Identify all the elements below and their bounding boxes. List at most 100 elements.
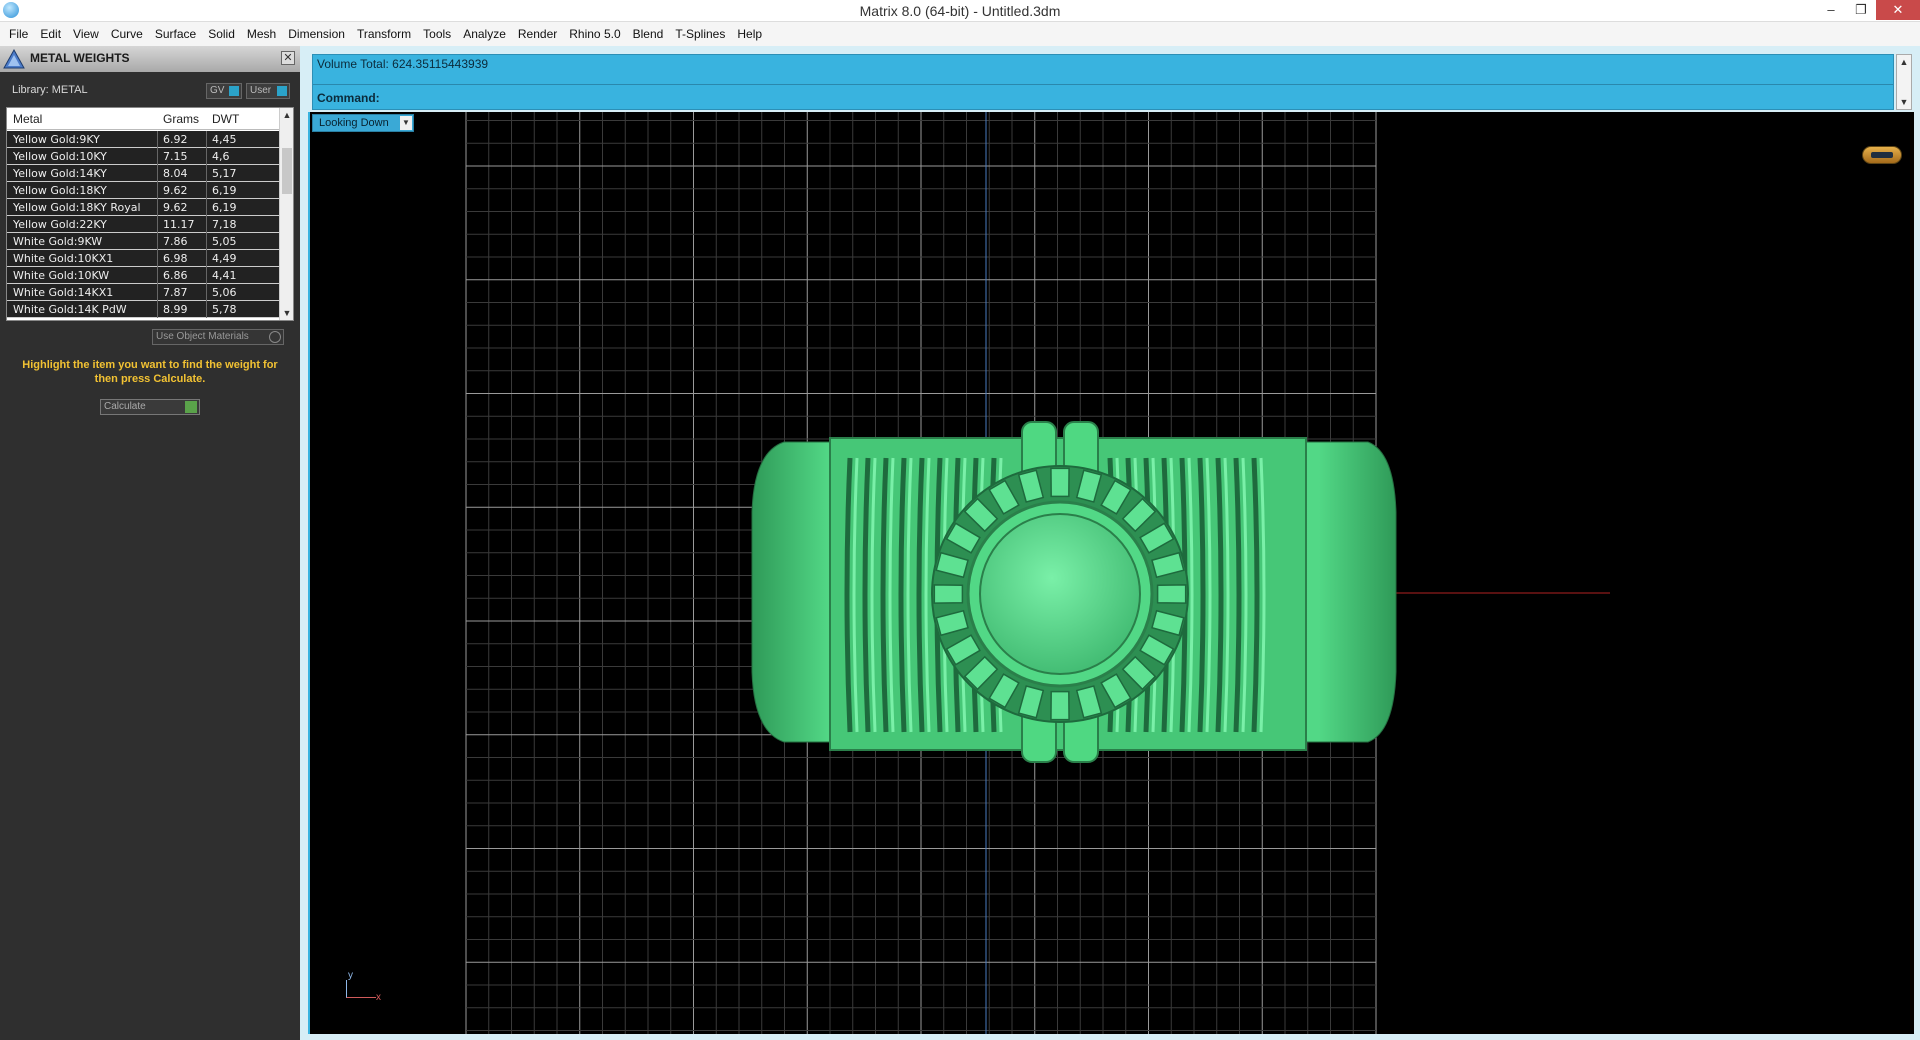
menu-dimension[interactable]: Dimension [282,22,351,46]
use-object-materials-label: Use Object Materials [156,331,249,342]
metal-table-header: Metal Grams DWT [7,108,279,130]
table-row[interactable]: Yellow Gold:18KY 9.62 6,19 [7,182,279,199]
cell-grams: 11.17 [163,218,195,231]
table-scrollbar[interactable]: ▲ ▼ [279,108,293,320]
minimize-button[interactable]: – [1816,0,1846,20]
cell-grams: 7.87 [163,286,188,299]
cell-dwt: 4,49 [212,252,237,265]
gear-icon [269,331,281,343]
command-scrollbar[interactable]: ▲ ▼ [1896,54,1912,110]
cell-metal: White Gold:10KX1 [13,252,114,265]
table-row[interactable]: Yellow Gold:14KY 8.04 5,17 [7,165,279,182]
chevron-down-icon[interactable]: ▼ [400,116,412,130]
cell-dwt: 4,45 [212,133,237,146]
table-row[interactable]: Yellow Gold:22KY 11.17 7,18 [7,216,279,233]
matrix-app-window: Matrix 8.0 (64-bit) - Untitled.3dm – ❐ ✕… [0,0,1920,1040]
table-row[interactable]: White Gold:14KX1 7.87 5,06 [7,284,279,301]
center-disc [979,513,1141,675]
menu-rhino[interactable]: Rhino 5.0 [563,22,626,46]
cell-dwt: 7,18 [212,218,237,231]
user-toggle-indicator [277,86,287,96]
menu-surface[interactable]: Surface [149,22,202,46]
cell-grams: 6.92 [163,133,188,146]
menu-analyze[interactable]: Analyze [457,22,512,46]
scroll-down-arrow-icon[interactable]: ▼ [280,306,293,320]
header-grams[interactable]: Grams [163,112,199,126]
sunburst-tooth [933,584,964,604]
user-toggle-label: User [250,85,272,96]
table-row[interactable]: Yellow Gold:10KY 7.15 4,6 [7,148,279,165]
table-row[interactable]: White Gold:10KW 6.86 4,41 [7,267,279,284]
menu-bar: File Edit View Curve Surface Solid Mesh … [0,22,1920,46]
window-title: Matrix 8.0 (64-bit) - Untitled.3dm [859,3,1061,19]
command-input[interactable]: Command: [313,84,1893,110]
table-row[interactable]: Yellow Gold:9KY 6.92 4,45 [7,131,279,148]
header-dwt[interactable]: DWT [212,112,239,126]
command-scroll-up-icon[interactable]: ▲ [1897,55,1911,69]
cell-metal: Yellow Gold:9KY [13,133,100,146]
sunburst-tooth [1050,467,1070,498]
cell-metal: Yellow Gold:18KY [13,184,107,197]
view-selector[interactable]: Looking Down ▼ [312,114,414,132]
menu-tsplines[interactable]: T-Splines [669,22,731,46]
cell-metal: White Gold:14KX1 [13,286,114,299]
library-label: Library: METAL [12,84,88,96]
cell-grams: 7.15 [163,150,188,163]
table-row[interactable]: White Gold:10KX1 6.98 4,49 [7,250,279,267]
command-area: Volume Total: 624.35115443939 Command: [312,54,1894,110]
cell-dwt: 4,6 [212,150,230,163]
cell-grams: 6.98 [163,252,188,265]
gv-toggle[interactable]: GV [206,83,242,99]
command-scroll-down-icon[interactable]: ▼ [1897,95,1911,109]
scroll-up-arrow-icon[interactable]: ▲ [280,108,293,122]
cell-metal: Yellow Gold:22KY [13,218,107,231]
panel-title: METAL WEIGHTS [30,51,130,65]
calculate-button[interactable]: Calculate [100,399,200,415]
menu-blend[interactable]: Blend [627,22,670,46]
menu-render[interactable]: Render [512,22,563,46]
user-toggle[interactable]: User [246,83,290,99]
metal-table: Metal Grams DWT Yellow Gold:9KY 6.92 4,45 … [6,107,294,321]
menu-edit[interactable]: Edit [34,22,67,46]
menu-view[interactable]: View [67,22,105,46]
close-button[interactable]: ✕ [1876,0,1920,20]
menu-solid[interactable]: Solid [202,22,241,46]
menu-help[interactable]: Help [731,22,768,46]
metal-weights-panel: METAL WEIGHTS ✕ Library: METAL GV User M… [0,46,300,1040]
panel-close-button[interactable]: ✕ [281,51,295,65]
cell-metal: Yellow Gold:14KY [13,167,107,180]
viewport-canvas[interactable] [310,112,1914,1034]
title-bar: Matrix 8.0 (64-bit) - Untitled.3dm – ❐ ✕ [0,0,1920,22]
cell-dwt: 4,41 [212,269,237,282]
cell-dwt: 6,19 [212,201,237,214]
calculate-label: Calculate [104,401,146,412]
menu-tools[interactable]: Tools [417,22,457,46]
restore-button[interactable]: ❐ [1846,0,1876,20]
navigation-cube-icon[interactable] [1862,146,1902,164]
sunburst-tooth [1050,690,1070,721]
cell-grams: 6.86 [163,269,188,282]
cell-dwt: 6,19 [212,184,237,197]
menu-mesh[interactable]: Mesh [241,22,282,46]
cell-grams: 9.62 [163,184,188,197]
top-viewport[interactable]: Looking Down ▼ y x [308,112,1914,1034]
matrix-logo-icon [3,49,25,69]
ring-model[interactable] [751,421,1397,763]
cell-dwt: 5,06 [212,286,237,299]
command-prompt-label: Command: [317,91,380,105]
cell-grams: 7.86 [163,235,188,248]
scroll-thumb[interactable] [282,148,292,194]
header-metal[interactable]: Metal [13,112,42,126]
cell-metal: Yellow Gold:10KY [13,150,107,163]
cell-grams: 8.04 [163,167,188,180]
menu-transform[interactable]: Transform [351,22,417,46]
cell-metal: White Gold:14K PdW [13,303,127,316]
table-row[interactable]: Yellow Gold:18KY Royal 9.62 6,19 [7,199,279,216]
menu-file[interactable]: File [3,22,34,46]
use-object-materials-button[interactable]: Use Object Materials [152,329,284,345]
instruction-text: Highlight the item you want to find the … [22,359,278,385]
menu-curve[interactable]: Curve [105,22,149,46]
table-row[interactable]: White Gold:14K PdW 8.99 5,78 [7,301,279,318]
table-row[interactable]: White Gold:9KW 7.86 5,05 [7,233,279,250]
play-arrow-icon [185,401,197,413]
